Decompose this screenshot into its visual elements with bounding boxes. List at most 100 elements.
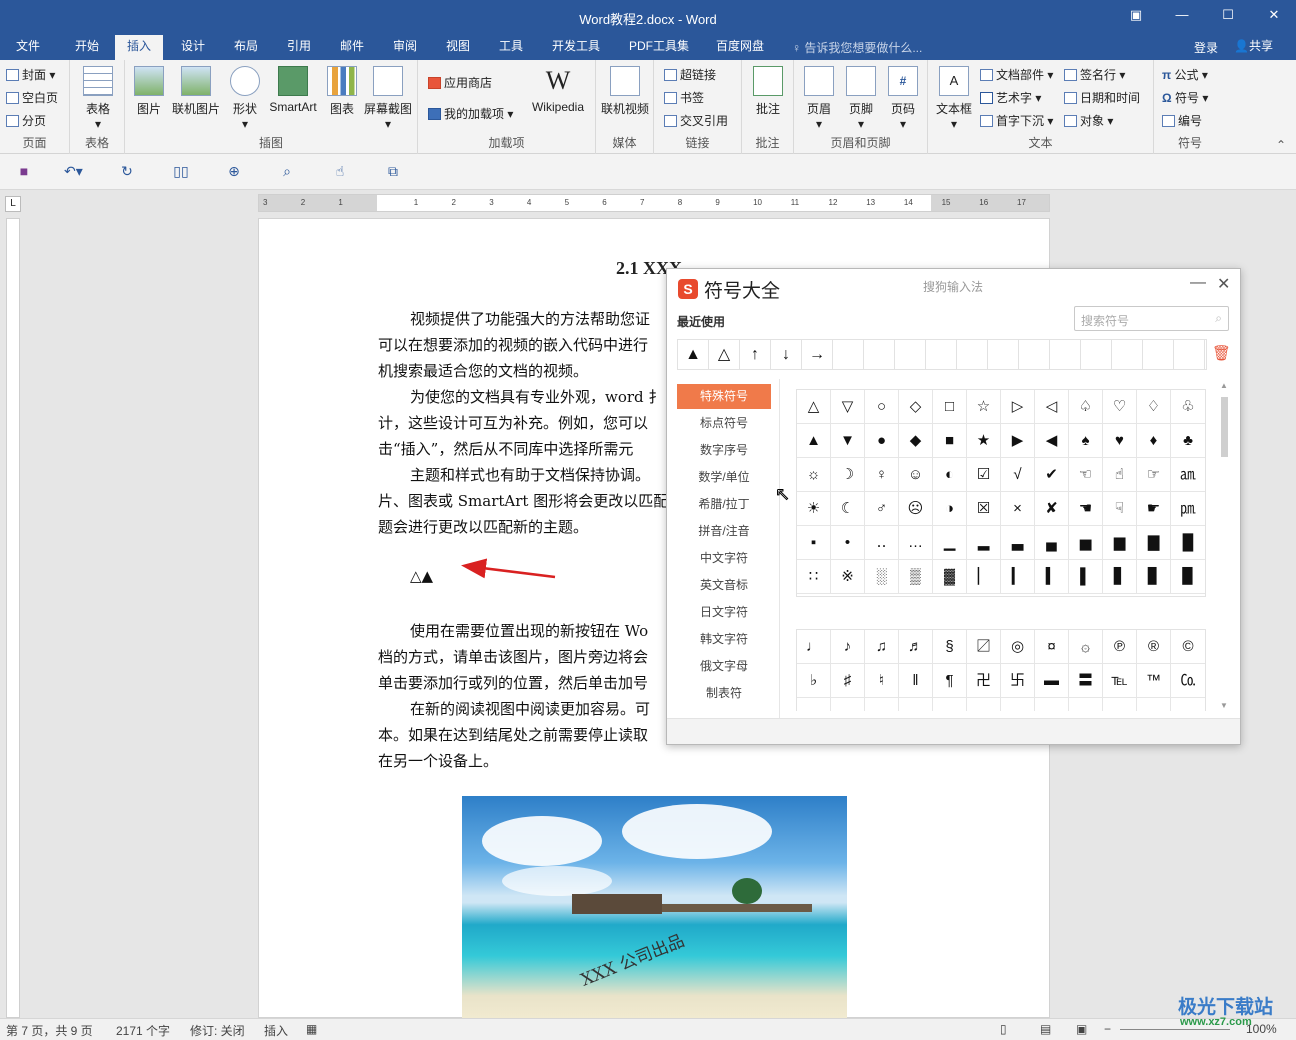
symbol-cell[interactable]: ▍ (1035, 560, 1069, 594)
undo-icon[interactable]: ↶▾ (64, 163, 83, 179)
symbol-cell[interactable]: ¶ (933, 664, 967, 698)
symbol-cell[interactable]: 卍 (967, 664, 1001, 698)
recent-symbol-cell[interactable] (957, 340, 988, 369)
symbol-cell[interactable] (797, 698, 831, 711)
maximize-button[interactable]: ☐ (1218, 7, 1238, 25)
recent-symbol-cell[interactable] (1050, 340, 1081, 369)
redo-icon[interactable]: ↻ (118, 163, 136, 179)
symbol-cell[interactable]: ■ (933, 424, 967, 458)
recent-symbol-cell[interactable]: ↑ (740, 340, 771, 369)
tab-baidu[interactable]: 百度网盘 (714, 35, 766, 60)
dialog-close-button[interactable]: ✕ (1217, 274, 1230, 294)
symbol-cell[interactable] (1001, 698, 1035, 711)
horizontal-ruler[interactable]: 3 2 1 1 2 3 4 5 6 7 8 9 10 11 12 13 14 15 16 17 (258, 194, 1050, 212)
symbol-cell[interactable]: ‥ (865, 526, 899, 560)
symbol-cell[interactable]: ○ (865, 390, 899, 424)
symbol-cell[interactable]: © (1171, 630, 1205, 664)
symbol-cell[interactable]: □ (933, 390, 967, 424)
symbol-cell[interactable]: ▌ (1069, 560, 1103, 594)
recent-symbol-cell[interactable] (864, 340, 895, 369)
category-item[interactable]: 中文字符 (677, 546, 771, 571)
symbol-cell[interactable]: 〓 (1069, 664, 1103, 698)
symbol-cell[interactable]: § (933, 630, 967, 664)
symbol-cell[interactable]: ░ (865, 560, 899, 594)
symbol-cell[interactable] (1137, 698, 1171, 711)
recent-symbol-cell[interactable]: ↓ (771, 340, 802, 369)
category-item[interactable]: 英文音标 (677, 573, 771, 598)
document-image[interactable]: XXX 公司出品 (462, 796, 847, 1018)
trash-icon[interactable]: 🗑 (1212, 344, 1231, 362)
picture-button[interactable]: 图片 (131, 66, 167, 117)
symbol-cell[interactable]: ☹ (899, 492, 933, 526)
symbol-cell[interactable]: ▽ (831, 390, 865, 424)
tab-file[interactable]: 文件 (14, 35, 42, 60)
symbol-cell[interactable]: ▋ (1103, 560, 1137, 594)
symbol-cell[interactable]: ✘ (1035, 492, 1069, 526)
symbol-cell[interactable]: ▒ (899, 560, 933, 594)
table-button[interactable]: 表格 ▾ (80, 66, 116, 131)
symbol-cell[interactable]: ♪ (831, 630, 865, 664)
wikipedia-button[interactable]: W Wikipedia (528, 66, 588, 114)
symbol-cell[interactable] (933, 698, 967, 711)
category-item[interactable]: 特殊符号 (677, 384, 771, 409)
scroll-up-icon[interactable]: ▲ (1220, 381, 1228, 390)
symbol-cell[interactable]: ▂ (967, 526, 1001, 560)
save-icon[interactable]: ■ (15, 163, 33, 179)
symbol-cell[interactable]: ▃ (1001, 526, 1035, 560)
symbol-cell[interactable]: 卐 (1001, 664, 1035, 698)
symbol-cell[interactable]: … (899, 526, 933, 560)
symbol-cell[interactable]: ● (865, 424, 899, 458)
insert-mode[interactable]: 插入 (264, 1022, 288, 1039)
symbol-cell[interactable]: ♀ (865, 458, 899, 492)
print-preview-icon[interactable]: ⌕ (278, 163, 296, 179)
tab-selector[interactable]: L (5, 196, 21, 212)
symbol-cell[interactable]: ♣ (1171, 424, 1205, 458)
recent-symbol-cell[interactable] (988, 340, 1019, 369)
recent-symbol-cell[interactable] (1019, 340, 1050, 369)
textbox-button[interactable]: A 文本框 ▾ (932, 66, 976, 131)
minimize-button[interactable]: — (1172, 7, 1192, 25)
category-item[interactable]: 拼音/注音 (677, 519, 771, 544)
symbol-cell[interactable]: ★ (967, 424, 1001, 458)
tab-design[interactable]: 设计 (179, 35, 207, 60)
symbol-cell[interactable] (831, 698, 865, 711)
symbol-search-input[interactable]: 搜索符号 ⌕ (1074, 306, 1229, 331)
recent-symbol-cell[interactable] (1143, 340, 1174, 369)
symbol-cell[interactable]: ◁ (1035, 390, 1069, 424)
symbol-cell[interactable] (1171, 698, 1205, 711)
online-video-button[interactable]: 联机视频 (600, 66, 650, 117)
symbol-cell[interactable]: ▷ (1001, 390, 1035, 424)
symbol-cell[interactable]: ▲ (797, 424, 831, 458)
category-item[interactable]: 标点符号 (677, 411, 771, 436)
scroll-down-icon[interactable]: ▼ (1220, 701, 1228, 710)
symbol-cell[interactable]: ∷ (797, 560, 831, 594)
chart-button[interactable]: 图表 (325, 66, 359, 117)
symbol-cell[interactable]: ☼ (797, 458, 831, 492)
symbol-cell[interactable]: ☀ (797, 492, 831, 526)
symbol-cell[interactable]: ☞ (1137, 458, 1171, 492)
symbol-cell[interactable]: ▏ (967, 560, 1001, 594)
dropcap-button[interactable]: 首字下沉 ▾ (980, 112, 1053, 129)
recent-symbol-cell[interactable] (926, 340, 957, 369)
word-count[interactable]: 2171 个字 (116, 1022, 170, 1039)
symbol-cell[interactable]: ☽ (831, 458, 865, 492)
symbol-cell[interactable]: ◎ (1001, 630, 1035, 664)
login-link[interactable]: 登录 (1194, 39, 1218, 56)
symbol-cell[interactable]: ® (1137, 630, 1171, 664)
screenshot-button[interactable]: 屏幕截图 ▾ (361, 66, 415, 131)
my-addins-button[interactable]: 我的加载项 ▾ (428, 105, 513, 122)
recent-symbol-cell[interactable] (1174, 340, 1205, 369)
object-button[interactable]: 对象 ▾ (1064, 112, 1113, 129)
symbol-cell[interactable]: ♥ (1103, 424, 1137, 458)
symbol-cell[interactable]: ♫ (865, 630, 899, 664)
symbol-cell[interactable]: ▪ (797, 526, 831, 560)
symbol-cell[interactable]: ♧ (1171, 390, 1205, 424)
category-item[interactable]: 韩文字符 (677, 627, 771, 652)
ribbon-display-options-icon[interactable]: ▣ (1126, 7, 1146, 25)
symbol-cell[interactable]: ♭ (797, 664, 831, 698)
symbol-cell[interactable]: ™ (1137, 664, 1171, 698)
symbol-cell[interactable]: ▅ (1069, 526, 1103, 560)
store-button[interactable]: 应用商店 (428, 74, 492, 91)
tab-mailings[interactable]: 邮件 (338, 35, 366, 60)
symbol-cell[interactable]: ㏂ (1171, 458, 1205, 492)
